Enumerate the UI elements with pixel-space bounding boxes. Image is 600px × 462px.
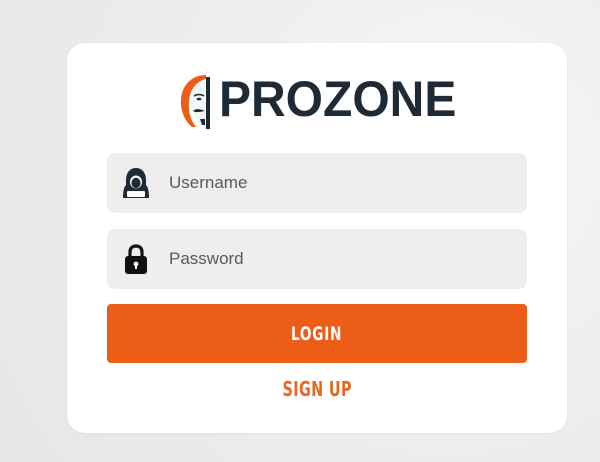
- brand-name: PROZONE: [219, 71, 457, 128]
- login-button[interactable]: LOGIN: [107, 304, 527, 363]
- signup-link-label: SIGN UP: [282, 377, 352, 401]
- username-field[interactable]: [107, 153, 527, 213]
- brand-logo: PROZONE: [176, 69, 461, 131]
- username-input[interactable]: [167, 162, 491, 204]
- password-field[interactable]: [107, 229, 527, 289]
- login-button-label: LOGIN: [291, 322, 343, 345]
- hooded-user-icon: [122, 166, 150, 200]
- password-input[interactable]: [167, 238, 491, 280]
- login-card: PROZONE LOGIN SIGN UP: [67, 43, 567, 433]
- lock-icon: [122, 242, 150, 276]
- anonymous-mask-logo-icon: [180, 75, 210, 129]
- signup-link[interactable]: SIGN UP: [67, 377, 567, 401]
